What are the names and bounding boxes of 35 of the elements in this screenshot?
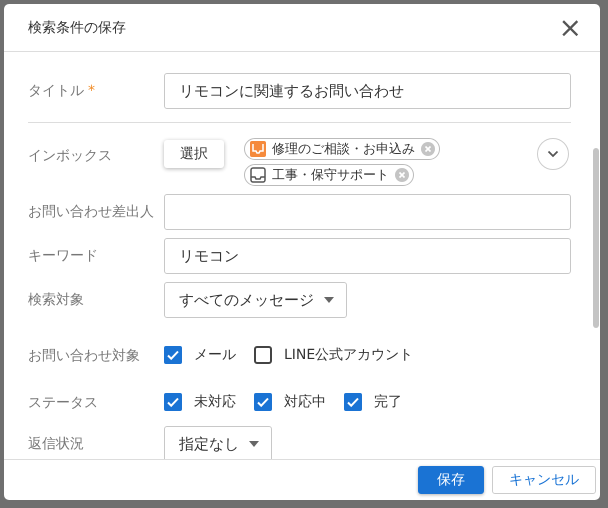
checkbox[interactable] — [344, 393, 362, 411]
field-label: お問い合わせ対象 — [28, 347, 141, 365]
field-label: タイトル * — [28, 82, 96, 100]
scrollbar[interactable] — [593, 148, 599, 328]
checkbox[interactable] — [254, 346, 272, 364]
cancel-button[interactable]: キャンセル — [492, 466, 596, 494]
select-button[interactable]: 選択 — [164, 140, 224, 168]
dialog-title: 検索条件の保存 — [28, 18, 126, 36]
checkbox-option[interactable]: 未対応 — [164, 393, 236, 411]
field-label: 検索対象 — [28, 291, 85, 309]
checkbox-option[interactable]: 完了 — [344, 393, 402, 411]
field-label: インボックス — [28, 147, 113, 165]
checkbox[interactable] — [254, 393, 272, 411]
expand-button[interactable] — [537, 138, 569, 170]
checkbox[interactable] — [164, 393, 182, 411]
inbox-chip[interactable]: 修理のご相談・お申込み — [244, 138, 440, 160]
checkbox-option[interactable]: メール — [164, 346, 236, 364]
text-field[interactable]: リモコンに関連するお問い合わせ — [164, 73, 571, 109]
dropdown[interactable]: すべてのメッセージ — [164, 282, 347, 318]
close-button[interactable]: × — [554, 14, 586, 42]
dropdown[interactable]: 指定なし — [164, 426, 272, 459]
field-label: キーワード — [28, 247, 99, 265]
checkbox-option[interactable]: 対応中 — [254, 393, 326, 411]
caret-icon — [249, 441, 259, 447]
field-label: 返信状況 — [28, 435, 85, 453]
caret-icon — [324, 297, 334, 303]
save-button[interactable]: 保存 — [418, 466, 484, 494]
checkbox[interactable] — [164, 346, 182, 364]
field-label: ステータス — [28, 394, 99, 412]
chevron-down-icon — [547, 150, 559, 158]
text-field[interactable] — [164, 194, 571, 230]
checkbox-option[interactable]: LINE公式アカウント — [254, 346, 414, 364]
inbox-chip[interactable]: 工事・保守サポート — [244, 164, 414, 186]
text-field[interactable]: リモコン — [164, 238, 571, 274]
field-label: お問い合わせ差出人 — [28, 203, 155, 221]
